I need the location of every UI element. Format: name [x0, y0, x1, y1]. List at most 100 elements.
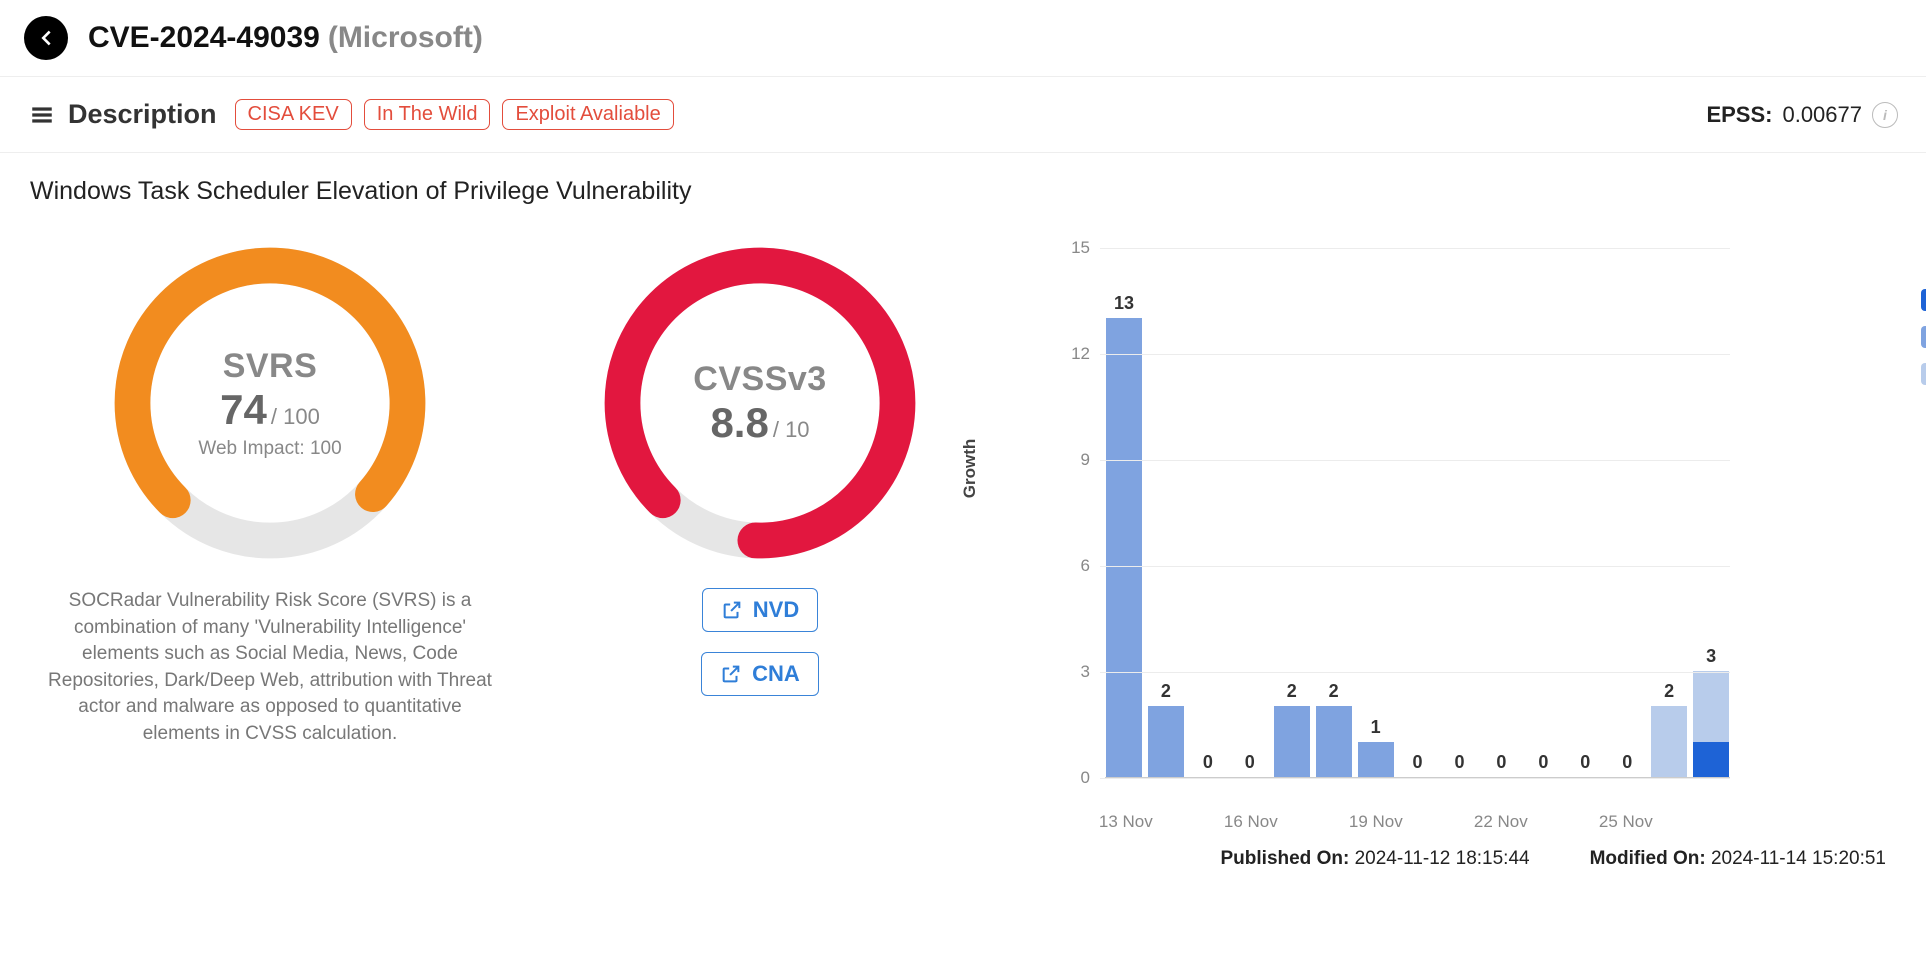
- gridline: [1100, 354, 1730, 355]
- svrs-description: SOCRadar Vulnerability Risk Score (SVRS)…: [40, 588, 500, 748]
- bars-container: 1320022100000023: [1105, 248, 1730, 778]
- bar-rect: [1274, 706, 1310, 777]
- y-axis-title: Growth: [960, 439, 980, 499]
- x-tick-label: 16 Nov: [1224, 812, 1278, 832]
- modified-on: Modified On: 2024-11-14 15:20:51: [1590, 848, 1886, 870]
- modified-label: Modified On:: [1590, 848, 1706, 869]
- bar-column[interactable]: 0: [1608, 752, 1646, 777]
- bar-column[interactable]: 0: [1399, 752, 1437, 777]
- bar-column[interactable]: 2: [1147, 681, 1185, 777]
- legend-swatch-icon: [1921, 326, 1926, 348]
- chart-legend: GitHub News Tweets: [1921, 288, 1926, 385]
- y-tick-label: 12: [1050, 344, 1090, 364]
- cvss-max: / 10: [773, 417, 810, 442]
- cna-link-label: CNA: [752, 661, 800, 687]
- modified-value: 2024-11-14 15:20:51: [1711, 848, 1886, 869]
- y-tick-label: 9: [1050, 450, 1090, 470]
- bar-segment: [1693, 671, 1729, 742]
- tag-in-the-wild[interactable]: In The Wild: [364, 99, 491, 130]
- bar-value-label: 2: [1664, 681, 1674, 702]
- chart-area: 1320022100000023 13 Nov16 Nov19 Nov22 No…: [1050, 248, 1730, 808]
- list-icon: [28, 101, 56, 129]
- bar-value-label: 0: [1496, 752, 1506, 773]
- cve-id: CVE-2024-49039: [88, 21, 320, 55]
- bar-segment: [1651, 706, 1687, 777]
- svrs-panel: SVRS 74/ 100 Web Impact: 100 SOCRadar Vu…: [30, 228, 510, 808]
- cvss-title: CVSSv3: [595, 360, 925, 399]
- footer-meta: Published On: 2024-11-12 18:15:44 Modifi…: [0, 828, 1926, 890]
- bar-segment: [1148, 706, 1184, 777]
- gridline: [1100, 566, 1730, 567]
- external-link-icon: [720, 663, 742, 685]
- cvss-center: CVSSv3 8.8/ 10: [595, 360, 925, 447]
- y-tick-label: 3: [1050, 662, 1090, 682]
- x-tick-label: 19 Nov: [1349, 812, 1403, 832]
- bar-value-label: 0: [1538, 752, 1548, 773]
- bar-value-label: 1: [1371, 717, 1381, 738]
- svrs-max: / 100: [271, 404, 320, 429]
- published-value: 2024-11-12 18:15:44: [1355, 848, 1530, 869]
- svrs-donut: SVRS 74/ 100 Web Impact: 100: [105, 238, 435, 568]
- gridline: [1100, 672, 1730, 673]
- bar-segment: [1106, 318, 1142, 777]
- bar-rect: [1651, 706, 1687, 777]
- legend-news[interactable]: News: [1921, 325, 1926, 348]
- bar-column[interactable]: 0: [1231, 752, 1269, 777]
- legend-swatch-icon: [1921, 289, 1926, 311]
- x-tick-label: 25 Nov: [1599, 812, 1653, 832]
- bar-column[interactable]: 2: [1650, 681, 1688, 777]
- bar-value-label: 2: [1161, 681, 1171, 702]
- description-header: Description CISA KEV In The Wild Exploit…: [0, 77, 1926, 153]
- gridline: [1100, 778, 1730, 779]
- y-tick-label: 0: [1050, 768, 1090, 788]
- bar-column[interactable]: 3: [1692, 646, 1730, 777]
- bar-rect: [1693, 671, 1729, 777]
- arrow-left-icon: [35, 27, 57, 49]
- bar-column[interactable]: 0: [1524, 752, 1562, 777]
- back-button[interactable]: [24, 16, 68, 60]
- bar-value-label: 3: [1706, 646, 1716, 667]
- bar-rect: [1106, 318, 1142, 777]
- bar-value-label: 0: [1622, 752, 1632, 773]
- legend-github[interactable]: GitHub: [1921, 288, 1926, 311]
- bar-segment: [1693, 742, 1729, 777]
- cna-link[interactable]: CNA: [701, 652, 819, 696]
- svrs-sub: Web Impact: 100: [105, 438, 435, 460]
- bar-value-label: 0: [1454, 752, 1464, 773]
- panels-row: SVRS 74/ 100 Web Impact: 100 SOCRadar Vu…: [0, 216, 1926, 828]
- gridline: [1100, 248, 1730, 249]
- bar-column[interactable]: 2: [1315, 681, 1353, 777]
- nvd-link[interactable]: NVD: [702, 588, 818, 632]
- svrs-value: 74: [220, 386, 267, 433]
- x-tick-label: 22 Nov: [1474, 812, 1528, 832]
- y-tick-label: 15: [1050, 238, 1090, 258]
- bar-segment: [1316, 706, 1352, 777]
- gridline: [1100, 460, 1730, 461]
- bar-value-label: 0: [1203, 752, 1213, 773]
- tag-exploit-available[interactable]: Exploit Avaliable: [502, 99, 673, 130]
- bar-column[interactable]: 0: [1441, 752, 1479, 777]
- bar-column[interactable]: 13: [1105, 293, 1143, 777]
- published-on: Published On: 2024-11-12 18:15:44: [1221, 848, 1530, 870]
- bar-rect: [1358, 742, 1394, 777]
- tag-cisa-kev[interactable]: CISA KEV: [235, 99, 352, 130]
- bar-column[interactable]: 0: [1189, 752, 1227, 777]
- bar-column[interactable]: 2: [1273, 681, 1311, 777]
- bar-value-label: 2: [1329, 681, 1339, 702]
- published-label: Published On:: [1221, 848, 1350, 869]
- top-bar: CVE-2024-49039 (Microsoft): [0, 0, 1926, 77]
- bar-value-label: 0: [1580, 752, 1590, 773]
- bar-rect: [1316, 706, 1352, 777]
- x-tick-label: 13 Nov: [1099, 812, 1153, 832]
- bar-column[interactable]: 0: [1482, 752, 1520, 777]
- epss-value: 0.00677: [1782, 102, 1862, 128]
- nvd-link-label: NVD: [753, 597, 799, 623]
- description-title: Description: [68, 99, 217, 130]
- cve-vendor: (Microsoft): [328, 21, 483, 55]
- bar-column[interactable]: 0: [1566, 752, 1604, 777]
- legend-tweets[interactable]: Tweets: [1921, 362, 1926, 385]
- bar-column[interactable]: 1: [1357, 717, 1395, 777]
- cvss-panel: CVSSv3 8.8/ 10 NVD CNA: [550, 228, 970, 808]
- cvss-donut: CVSSv3 8.8/ 10: [595, 238, 925, 568]
- info-icon[interactable]: i: [1872, 102, 1898, 128]
